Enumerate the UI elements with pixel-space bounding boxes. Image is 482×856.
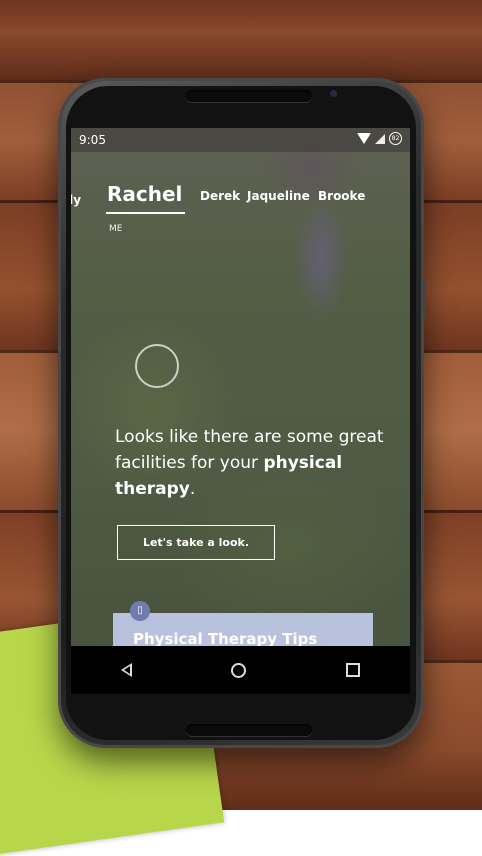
tab-brooke[interactable]: Brooke	[318, 189, 365, 203]
headline: Looks like there are some great faciliti…	[115, 424, 395, 502]
take-a-look-button[interactable]: Let's take a look.	[117, 525, 275, 560]
tab-jaqueline[interactable]: Jaqueline	[247, 189, 310, 203]
tab-derek[interactable]: Derek	[200, 189, 240, 203]
status-time: 9:05	[79, 133, 106, 147]
home-icon[interactable]	[231, 662, 247, 678]
active-tab-indicator	[106, 212, 185, 214]
navigation-bar	[71, 646, 410, 694]
progress-ring-icon	[135, 344, 179, 388]
top-speaker	[186, 90, 312, 102]
recents-icon[interactable]	[346, 663, 361, 677]
wifi-icon	[357, 133, 371, 144]
headline-period: .	[189, 479, 196, 499]
battery-icon: 82	[389, 132, 402, 145]
profile-tabs: ily Rachel Derek Jaqueline Brooke ME	[71, 176, 410, 236]
signal-icon	[375, 133, 385, 144]
front-camera	[330, 90, 337, 97]
tab-family[interactable]: ily	[71, 193, 81, 207]
status-bar: 9:05 82	[71, 128, 410, 152]
profile-sub-label: ME	[109, 224, 123, 234]
app-screen: 9:05 82 ily Rachel Derek Jaqueline Brook…	[71, 128, 410, 694]
tab-rachel[interactable]: Rachel	[107, 182, 182, 206]
headline-text: Looks like there are some great faciliti…	[115, 427, 384, 473]
phone-device: 9:05 82 ily Rachel Derek Jaqueline Brook…	[58, 78, 426, 748]
side-button	[423, 278, 426, 318]
back-icon[interactable]	[120, 663, 132, 677]
bottom-speaker	[186, 724, 312, 736]
clipboard-icon: ▯	[130, 601, 150, 621]
